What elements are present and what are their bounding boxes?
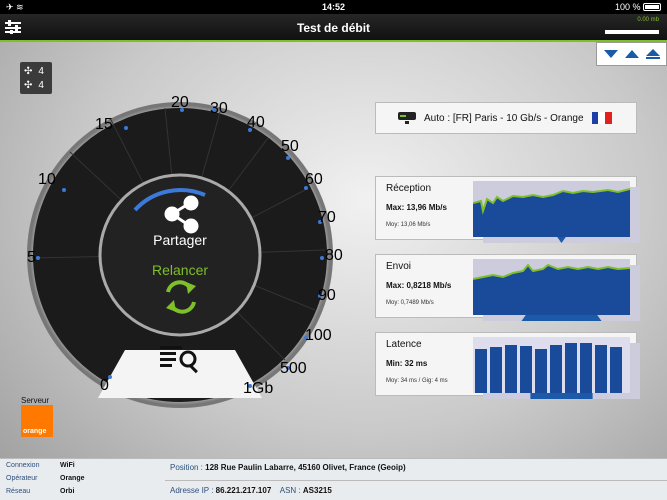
battery-label: 100 % bbox=[614, 2, 641, 12]
sort-controls bbox=[596, 42, 667, 66]
gauge-tick: 20 bbox=[171, 94, 189, 111]
reception-title: Réception bbox=[386, 183, 640, 243]
server-label: Serveur bbox=[21, 396, 50, 405]
counter-row: ✣ 4 bbox=[24, 64, 48, 78]
signal-meter: 0.00 mb bbox=[601, 16, 661, 38]
reception-max: Max: 13,96 Mb/s bbox=[386, 203, 447, 212]
gauge-tick: 10 bbox=[38, 171, 56, 188]
signal-bar bbox=[605, 30, 659, 34]
gauge-tick: 500 bbox=[280, 360, 307, 377]
connexion-label: Connexion bbox=[6, 462, 40, 469]
gauge-tick: 50 bbox=[281, 138, 299, 155]
restart-button[interactable]: Relancer bbox=[0, 262, 360, 278]
info-divider bbox=[165, 480, 667, 481]
connection-info: Connexion WiFi Opérateur Orange Réseau O… bbox=[0, 458, 667, 500]
fan-icon: ✣ bbox=[24, 65, 33, 77]
orange-logo: orange bbox=[21, 405, 53, 437]
triangle-down-icon bbox=[603, 50, 618, 58]
server-selector[interactable]: Auto : [FR] Paris - 10 Gb/s - Orange bbox=[375, 102, 637, 134]
ip-label: Adresse IP : bbox=[170, 486, 214, 495]
envoi-max: Max: 0,8218 Mb/s bbox=[386, 281, 452, 290]
server-icon bbox=[398, 112, 416, 124]
position-value: 128 Rue Paulin Labarre, 45160 Olivet, Fr… bbox=[205, 463, 406, 472]
latence-moy: Moy: 34 ms / Gig: 4 ms bbox=[386, 378, 448, 384]
reception-title-label: Réception bbox=[386, 183, 432, 194]
ip-info: Adresse IP : 86.221.217.107 ASN : AS3215 bbox=[170, 486, 332, 495]
gauge-tick: 90 bbox=[318, 287, 336, 304]
gauge-tick: 100 bbox=[305, 327, 332, 344]
latence-min: Min: 32 ms bbox=[386, 359, 428, 368]
triangle-up-bar-icon bbox=[645, 49, 660, 59]
fan-icon: ✣ bbox=[24, 79, 33, 91]
position-info: Position : 128 Rue Paulin Labarre, 45160… bbox=[170, 463, 406, 472]
envoi-moy: Moy: 0,7489 Mb/s bbox=[386, 300, 434, 306]
gauge-tick: 60 bbox=[305, 171, 323, 188]
reception-chart bbox=[473, 181, 630, 237]
gauge-tick: 30 bbox=[210, 100, 228, 117]
reseau-value: Orbi bbox=[60, 488, 75, 495]
operateur-value: Orange bbox=[60, 475, 85, 482]
gauge-tick: 0 bbox=[100, 377, 109, 394]
gauge-tick: 15 bbox=[95, 116, 113, 133]
page-title: Test de débit bbox=[296, 21, 371, 35]
envoi-title-label: Envoi bbox=[386, 261, 412, 272]
asn-label: ASN : bbox=[279, 486, 301, 495]
reception-moy: Moy: 13,06 Mb/s bbox=[386, 222, 431, 228]
latence-title: Latence bbox=[386, 339, 640, 399]
connexion-value: WiFi bbox=[60, 462, 75, 469]
gauge-tick: 70 bbox=[318, 209, 336, 226]
envoi-title: Envoi bbox=[386, 261, 640, 321]
counter-bottom: 4 bbox=[38, 79, 44, 91]
position-label: Position : bbox=[170, 463, 203, 472]
battery-icon bbox=[643, 3, 661, 11]
sort-top-button[interactable] bbox=[644, 46, 662, 62]
sort-up-button[interactable] bbox=[623, 46, 641, 62]
status-bar: ✈ ≋ 14:52 100 % bbox=[0, 0, 667, 14]
envoi-panel: Envoi Max: 0,8218 Mb/s Moy: 0,7489 Mb/s bbox=[375, 254, 640, 321]
france-flag-icon bbox=[591, 112, 612, 124]
server-name: Auto : [FR] Paris - 10 Gb/s - Orange bbox=[424, 112, 584, 124]
gauge-tick: 1Gb bbox=[243, 380, 274, 397]
reseau-label: Réseau bbox=[6, 488, 31, 495]
title-bar: Test de débit 0.00 mb bbox=[0, 14, 667, 42]
ip-value: 86.221.217.107 bbox=[215, 486, 272, 495]
latence-chart bbox=[473, 337, 630, 393]
operateur-label: Opérateur bbox=[6, 475, 38, 482]
battery-status: 100 % bbox=[615, 2, 661, 12]
triangle-up-icon bbox=[624, 50, 639, 58]
sort-down-button[interactable] bbox=[602, 46, 620, 62]
latence-panel: Latence Min: 32 ms Moy: 34 ms / Gig: 4 m… bbox=[375, 332, 640, 399]
latence-title-label: Latence bbox=[386, 339, 422, 350]
orange-logo-text: orange bbox=[23, 428, 47, 435]
envoi-chart bbox=[473, 259, 630, 315]
asn-value: AS3215 bbox=[302, 486, 332, 495]
signal-label: 0.00 mb bbox=[637, 17, 659, 23]
share-button[interactable]: Partager bbox=[0, 232, 360, 248]
clock: 14:52 bbox=[321, 2, 346, 12]
gauge-tick: 40 bbox=[247, 114, 265, 131]
counter-top: 4 bbox=[38, 65, 44, 77]
reception-panel: Réception Max: 13,96 Mb/s Moy: 13,06 Mb/… bbox=[375, 176, 640, 243]
